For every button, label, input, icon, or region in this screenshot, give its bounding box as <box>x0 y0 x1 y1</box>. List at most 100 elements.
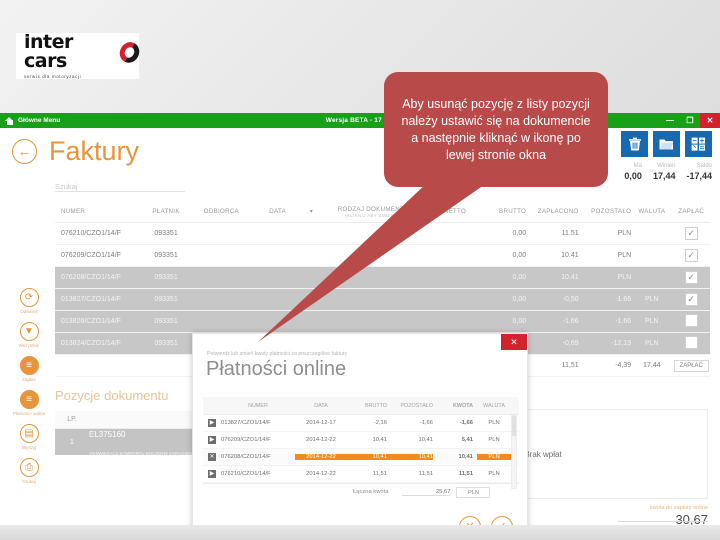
cell-modal-kwota[interactable]: 5,41 <box>433 437 477 443</box>
expand-icon[interactable]: ▶ <box>208 470 216 478</box>
rail-item-document[interactable]: ▤ Wyszyj <box>6 424 52 450</box>
trash-icon[interactable] <box>621 131 648 157</box>
rail-item-refresh[interactable]: ⟳ Odśwież <box>6 288 52 314</box>
th-modal-kwota[interactable]: KWOTA <box>433 403 477 409</box>
modal-table-row[interactable]: ▶ 076210/CZO1/14/F 2014-12-22 11,51 11,5… <box>203 466 519 483</box>
cell-zaplac[interactable] <box>672 336 710 351</box>
confirm-button[interactable]: ✓ <box>491 516 513 525</box>
cell-zaplac[interactable] <box>672 314 710 329</box>
th-netto[interactable]: NETTO <box>429 208 482 215</box>
modal-scrollbar[interactable] <box>511 415 517 489</box>
row-action-icon[interactable]: ✕ <box>203 453 221 461</box>
expand-icon[interactable]: ▶ <box>208 436 216 444</box>
table-row[interactable]: 013826/CZO1/14/F 093351 0,00 -1,66 -1.66… <box>55 311 710 333</box>
home-icon[interactable] <box>5 116 14 125</box>
expand-icon[interactable]: ▶ <box>208 419 216 427</box>
th-pozostalo[interactable]: POZOSTAŁO <box>579 208 632 215</box>
th-numer[interactable]: NUMER <box>55 208 140 215</box>
th-zaplacono[interactable]: ZAPŁACONO <box>526 208 579 215</box>
maximize-button[interactable]: ❐ <box>680 113 700 128</box>
cell-zaplac-button[interactable]: ZAPŁAĆ <box>672 360 710 372</box>
rail-item-pay[interactable]: ≡ Zapłać <box>6 356 52 382</box>
rail-label-pay: Zapłać <box>22 377 36 382</box>
total-value: 25,67 <box>402 489 451 496</box>
cell-zaplac[interactable]: ✓ <box>672 249 710 262</box>
row-action-icon[interactable]: ▶ <box>203 419 221 427</box>
cell-modal-kwota[interactable]: 11,51 <box>433 471 477 477</box>
pay-checkbox[interactable]: ✓ <box>684 271 698 284</box>
inter-cars-mark-icon <box>120 42 139 63</box>
modal-table-row-selected[interactable]: ✕ 076208/CZO1/14/F 2014-12-22 10,41 10,4… <box>203 449 519 466</box>
cell-zaplac[interactable]: ✓ <box>672 271 710 284</box>
cell-waluta: PLN <box>617 274 632 281</box>
minimize-button[interactable]: — <box>660 113 680 128</box>
th-zaplac[interactable]: ZAPŁAĆ <box>672 208 710 215</box>
pay-checkbox[interactable] <box>684 336 698 349</box>
rail-item-online-payments[interactable]: ≡ Płatności online <box>6 390 52 416</box>
filter-icon: ▼ <box>19 322 39 341</box>
instruction-callout: Aby usunąć pozycję z listy pozycji należ… <box>384 72 608 187</box>
search-field-wrapper[interactable] <box>55 176 185 194</box>
modal-subtitle: Potwierdź lub zmień kwoty płatności za p… <box>207 351 348 357</box>
search-input[interactable] <box>55 179 185 194</box>
modal-table-row[interactable]: ▶ 013827/CZO1/14/F 2014-12-17 -2,16 -1,6… <box>203 415 519 432</box>
close-button[interactable]: ✕ <box>700 113 720 128</box>
th-modal-brutto[interactable]: BRUTTO <box>347 403 387 409</box>
cell-platnik: 093351 <box>154 252 178 259</box>
cell-modal-data: 2014-12-22 <box>295 454 347 460</box>
cell-modal-waluta: PLN <box>488 420 500 426</box>
cell-pozostalo: -1.66 <box>615 296 632 303</box>
th-data[interactable]: DATA <box>250 208 304 215</box>
pay-checkbox[interactable]: ✓ <box>684 293 698 306</box>
cell-modal-kwota[interactable]: 10,41 <box>433 454 477 460</box>
cell-modal-kwota[interactable]: -1,66 <box>433 420 477 426</box>
pay-checkbox[interactable]: ✓ <box>684 227 698 240</box>
cell-numer: 013827/CZO1/14/F <box>61 296 121 303</box>
summary-saldo-value: -17,44 <box>686 171 712 181</box>
th-modal-waluta[interactable]: WALUTA <box>477 403 511 409</box>
pay-checkbox[interactable]: ✓ <box>684 249 698 262</box>
table-row[interactable]: 076210/CZO1/14/F 093351 0,00 11.51 PLN ✓ <box>55 223 710 245</box>
pay-button[interactable]: ZAPŁAĆ <box>673 360 709 372</box>
th-lp[interactable]: LP. <box>55 416 89 423</box>
summary-winien-value: 17,44 <box>652 171 676 181</box>
calculator-icon[interactable] <box>685 131 712 157</box>
remove-icon[interactable]: ✕ <box>208 453 216 461</box>
rail-label-refresh: Odśwież <box>20 309 38 314</box>
row-action-icon[interactable]: ▶ <box>203 470 221 478</box>
cell-waluta: PLN <box>645 318 659 325</box>
total-currency: PLN <box>456 486 491 498</box>
rail-item-print[interactable]: ⎙ Drukuj <box>6 458 52 484</box>
th-platnik[interactable]: PŁATNIK <box>140 208 193 215</box>
back-arrow-icon[interactable]: ← <box>12 138 37 164</box>
th-brutto[interactable]: BRUTTO <box>481 208 526 215</box>
sort-arrow-icon[interactable]: ▾ <box>305 208 318 215</box>
folder-icon[interactable] <box>653 131 680 157</box>
table-row[interactable]: 076208/CZO1/14/F 093351 0,00 10.41 PLN ✓ <box>55 267 710 289</box>
rail-item-all[interactable]: ▼ Wszystkie <box>6 322 52 348</box>
application-window: Główne Menu Wersja BETA - 17 dni — ❐ ✕ ←… <box>0 113 720 525</box>
th-modal-data[interactable]: DATA <box>295 403 347 409</box>
cell-waluta: PLN <box>617 252 632 259</box>
cell-modal-waluta: PLN <box>477 454 511 460</box>
table-row[interactable]: 076209/CZO1/14/F 093351 0,00 10.41 PLN ✓ <box>55 245 710 267</box>
main-menu-label[interactable]: Główne Menu <box>18 117 60 124</box>
cell-modal-numer: 076210/CZO1/14/F <box>221 471 271 477</box>
summary-ma: Ma 0,00 <box>624 163 642 181</box>
pay-checkbox[interactable] <box>684 314 698 327</box>
modal-table-row[interactable]: ▶ 076209/CZO1/14/F 2014-12-22 10,41 10,4… <box>203 432 519 449</box>
cell-zaplac[interactable]: ✓ <box>672 293 710 306</box>
th-rodzaj-dokumentu[interactable]: RODZAJ DOKUMENTU (KLIKNIJ ABY ZMIENIĆ) <box>318 206 429 218</box>
th-modal-numer[interactable]: NUMER <box>221 403 295 409</box>
th-modal-pozostalo[interactable]: POZOSTAŁO <box>387 403 433 409</box>
table-row[interactable]: 013827/CZO1/14/F 093351 0,00 -0,50 -1.66… <box>55 289 710 311</box>
cell-zaplac[interactable]: ✓ <box>672 227 710 240</box>
document-icon: ▤ <box>19 424 39 443</box>
th-waluta[interactable]: WALUTA <box>631 208 672 215</box>
th-odbiorca[interactable]: ODBIORCA <box>192 208 250 215</box>
window-titlebar: Główne Menu Wersja BETA - 17 dni — ❐ ✕ <box>0 113 720 128</box>
modal-close-button[interactable]: ✕ <box>501 334 527 350</box>
row-action-icon[interactable]: ▶ <box>203 436 221 444</box>
cancel-button[interactable]: ✕ <box>459 516 481 525</box>
cell-modal-brutto: 11,51 <box>372 471 387 477</box>
